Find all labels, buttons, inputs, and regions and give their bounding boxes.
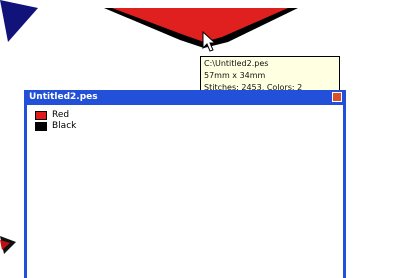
design-window[interactable]: Untitled2.pes Red Black [24, 90, 346, 278]
color-item-red[interactable]: Red [35, 110, 76, 121]
window-client-area: Red Black [27, 105, 343, 278]
color-item-black[interactable]: Black [35, 121, 76, 132]
color-swatch-black [35, 122, 47, 131]
window-titlebar[interactable]: Untitled2.pes [27, 90, 343, 105]
corner-triangle-shape [0, 0, 38, 42]
window-title: Untitled2.pes [29, 92, 98, 102]
tooltip-dimensions: 57mm x 34mm [204, 71, 266, 80]
color-swatch-red [35, 111, 47, 120]
close-icon[interactable] [332, 92, 342, 102]
color-label: Black [52, 121, 77, 131]
color-list: Red Black [35, 110, 76, 132]
tooltip-path: C:\Untitled2.pes [204, 59, 269, 68]
color-label: Red [52, 110, 70, 120]
